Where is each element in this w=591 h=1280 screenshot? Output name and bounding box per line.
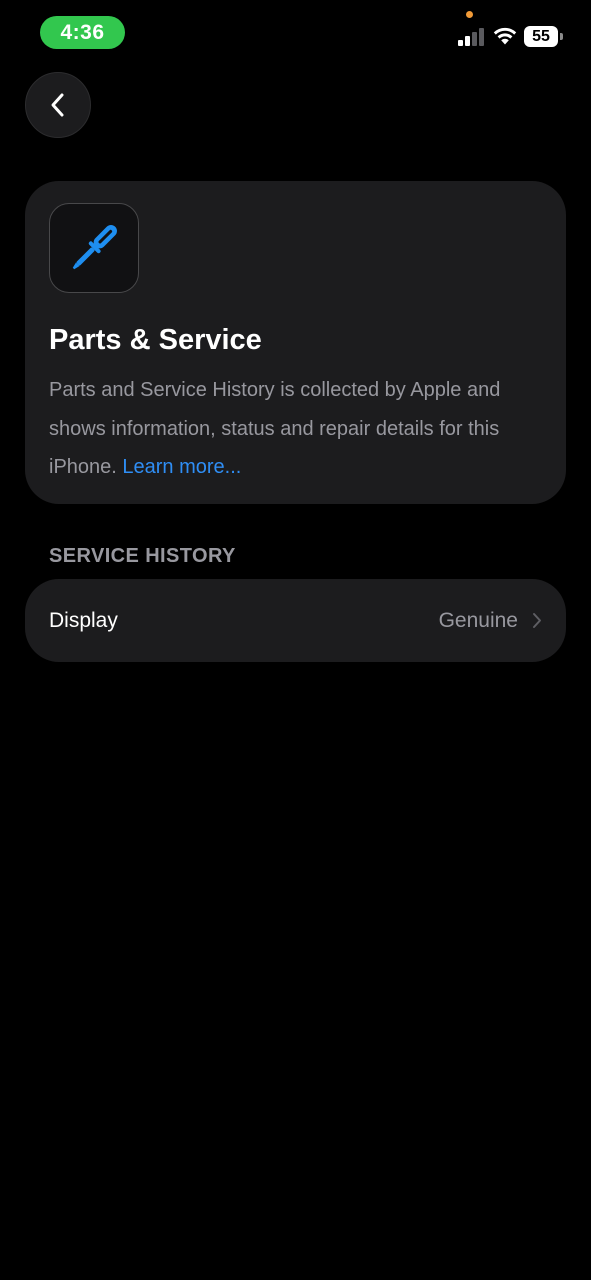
learn-more-link[interactable]: Learn more...	[122, 456, 241, 478]
status-bar: 4:36 55	[0, 0, 591, 60]
row-value-status: Genuine	[438, 608, 518, 632]
page-title: Parts & Service	[49, 324, 262, 356]
row-label: Display	[49, 608, 118, 632]
signal-bar	[479, 28, 484, 46]
parts-service-app-icon	[49, 203, 139, 293]
back-button[interactable]	[25, 72, 91, 138]
description-text: Parts and Service History is collected b…	[49, 379, 501, 478]
cellular-signal-icon	[458, 28, 486, 46]
signal-bar	[458, 40, 463, 46]
signal-bar	[465, 36, 470, 46]
battery-indicator: 55	[524, 26, 564, 47]
card-description: Parts and Service History is collected b…	[49, 371, 529, 487]
service-history-list: Display Genuine	[25, 579, 566, 662]
wifi-icon	[492, 26, 518, 46]
privacy-indicator-dot	[466, 11, 473, 18]
section-header-service-history: SERVICE HISTORY	[49, 545, 236, 567]
status-time[interactable]: 4:36	[40, 16, 125, 49]
chevron-right-icon	[532, 612, 542, 629]
chevron-left-icon	[50, 92, 66, 118]
parts-service-info-card: Parts & Service Parts and Service Histor…	[25, 181, 566, 504]
signal-bar	[472, 32, 477, 46]
battery-cap	[560, 33, 563, 40]
service-history-item-display[interactable]: Display Genuine	[25, 579, 566, 662]
screwdriver-icon	[62, 216, 126, 280]
battery-level: 55	[524, 26, 558, 47]
